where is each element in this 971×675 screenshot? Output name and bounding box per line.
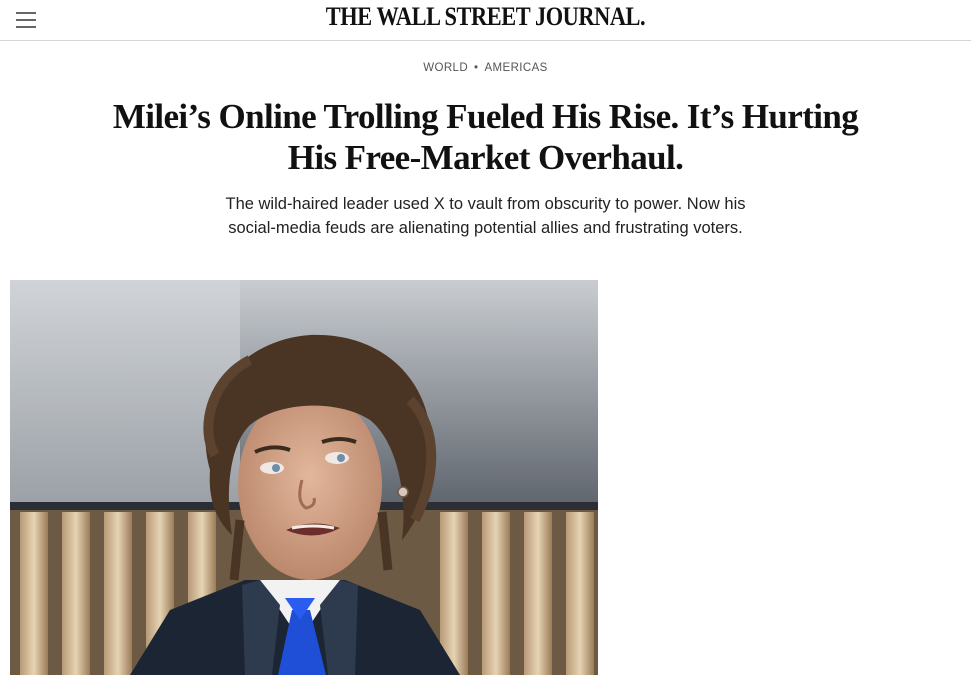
top-navigation-bar: THE WALL STREET JOURNAL. [0,0,971,41]
breadcrumb-section-link[interactable]: WORLD [423,62,468,74]
site-logo[interactable]: THE WALL STREET JOURNAL. [68,2,903,32]
hamburger-menu-icon[interactable] [12,5,40,33]
article-hero-photo [10,280,598,675]
breadcrumb-separator: • [474,62,479,74]
article-dek: The wild-haired leader used X to vault f… [225,195,746,237]
breadcrumb: WORLD • AMERICAS [0,62,971,74]
article-headline: Milei’s Online Trolling Fueled His Rise.… [112,97,859,177]
breadcrumb-subsection-link[interactable]: AMERICAS [484,62,547,74]
